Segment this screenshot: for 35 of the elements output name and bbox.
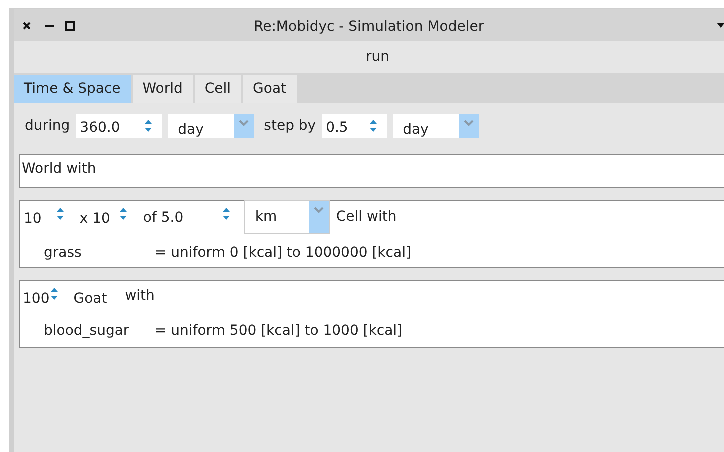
dropdown[interactable]: km — [244, 200, 330, 234]
dropdown[interactable]: day — [168, 114, 254, 138]
agent-count: 100 — [23, 290, 50, 309]
run-button[interactable]: run — [362, 46, 394, 68]
spinner-arrows-icon[interactable] — [56, 208, 64, 220]
agent-name: Goat — [74, 290, 108, 309]
dropdown-arrow-icon[interactable] — [717, 23, 724, 28]
maximize-icon[interactable] — [65, 21, 75, 31]
spinner-arrows-icon[interactable] — [223, 208, 230, 220]
window-title: Re:Mobidyc - Simulation Modeler — [254, 18, 484, 37]
cell-count-y: x 10 — [80, 210, 110, 229]
close-icon[interactable] — [23, 22, 31, 30]
cell-with-label: Cell with — [336, 208, 397, 227]
agent-with-label: with — [125, 287, 155, 306]
tab[interactable]: Goat — [243, 75, 297, 103]
spinner-arrows-icon[interactable] — [370, 120, 378, 132]
during-label: during — [25, 116, 70, 136]
minimize-icon[interactable] — [45, 25, 54, 28]
number-field[interactable]: 0.5 — [322, 114, 388, 138]
spinner-arrows-icon[interactable] — [120, 208, 128, 220]
attribute-name: blood_sugar — [43, 322, 130, 341]
cell-size: of 5.0 — [143, 209, 185, 228]
attribute-name: grass — [43, 244, 83, 263]
attribute-value: = uniform 500 [kcal] to 1000 [kcal] — [155, 322, 403, 341]
step-label: step by — [264, 116, 316, 136]
tab[interactable]: Time & Space — [14, 75, 131, 103]
dropdown[interactable]: day — [393, 114, 480, 138]
spinner-arrows-icon[interactable] — [145, 120, 152, 132]
cell-count-x: 10 — [24, 210, 42, 229]
world-label: World with — [22, 160, 96, 178]
tab[interactable]: Cell — [194, 75, 242, 103]
spinner-arrows-icon[interactable] — [50, 288, 58, 300]
tab[interactable]: World — [132, 75, 193, 103]
number-field[interactable]: 360.0 — [76, 114, 162, 138]
attribute-value: = uniform 0 [kcal] to 1000000 [kcal] — [155, 244, 412, 263]
